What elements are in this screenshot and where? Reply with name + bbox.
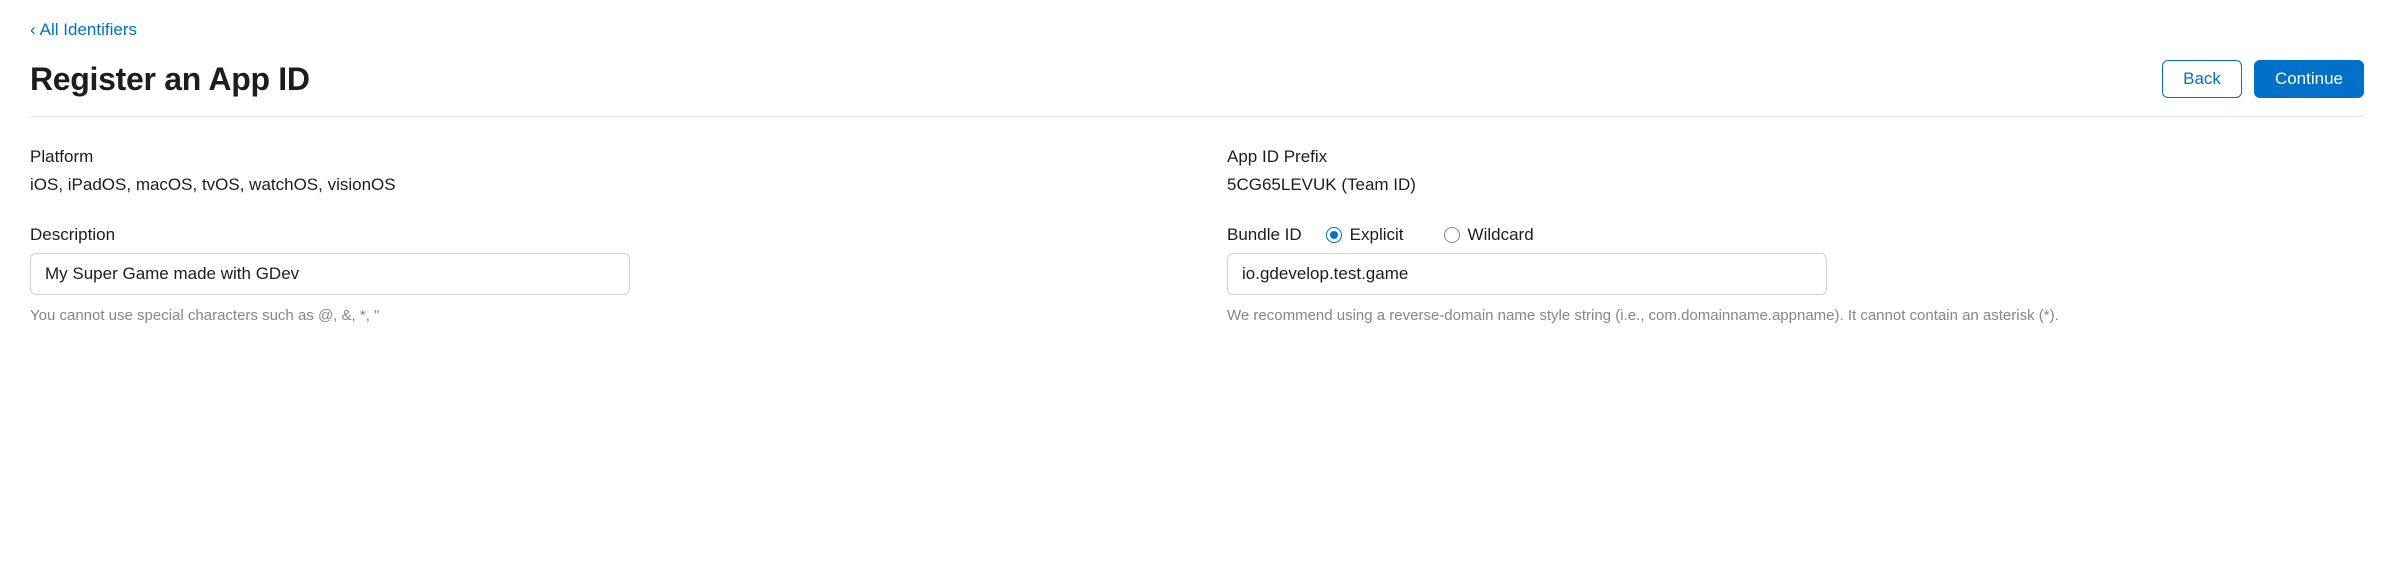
description-hint: You cannot use special characters such a… — [30, 305, 1167, 328]
platform-field: Platform iOS, iPadOS, macOS, tvOS, watch… — [30, 147, 1167, 195]
breadcrumb: ‹ All Identifiers — [30, 20, 2364, 40]
bundle-id-input[interactable] — [1227, 253, 1827, 295]
radio-explicit-label: Explicit — [1350, 225, 1404, 245]
radio-circle-icon — [1326, 227, 1342, 243]
bundle-id-label: Bundle ID — [1227, 225, 1302, 245]
chevron-left-icon: ‹ — [30, 20, 36, 40]
bundle-id-radio-group: Explicit Wildcard — [1326, 225, 1534, 245]
radio-circle-icon — [1444, 227, 1460, 243]
form-grid: Platform iOS, iPadOS, macOS, tvOS, watch… — [30, 147, 2364, 328]
description-input[interactable] — [30, 253, 630, 295]
radio-wildcard-label: Wildcard — [1468, 225, 1534, 245]
bundle-id-hint: We recommend using a reverse-domain name… — [1227, 305, 2364, 328]
radio-dot-icon — [1330, 231, 1338, 239]
page-title: Register an App ID — [30, 61, 310, 98]
description-field: Description You cannot use special chara… — [30, 225, 1167, 328]
app-id-prefix-field: App ID Prefix 5CG65LEVUK (Team ID) — [1227, 147, 2364, 195]
breadcrumb-label: All Identifiers — [40, 20, 137, 40]
bundle-id-field: Bundle ID Explicit Wildcard We recommend… — [1227, 225, 2364, 328]
back-button[interactable]: Back — [2162, 60, 2242, 98]
app-id-prefix-value: 5CG65LEVUK (Team ID) — [1227, 175, 2364, 195]
app-id-prefix-label: App ID Prefix — [1227, 147, 1327, 167]
radio-explicit[interactable]: Explicit — [1326, 225, 1404, 245]
platform-label: Platform — [30, 147, 93, 167]
continue-button[interactable]: Continue — [2254, 60, 2364, 98]
breadcrumb-back-link[interactable]: ‹ All Identifiers — [30, 20, 137, 40]
radio-wildcard[interactable]: Wildcard — [1444, 225, 1534, 245]
description-label: Description — [30, 225, 115, 245]
button-group: Back Continue — [2162, 60, 2364, 98]
platform-value: iOS, iPadOS, macOS, tvOS, watchOS, visio… — [30, 175, 1167, 195]
header-row: Register an App ID Back Continue — [30, 60, 2364, 117]
